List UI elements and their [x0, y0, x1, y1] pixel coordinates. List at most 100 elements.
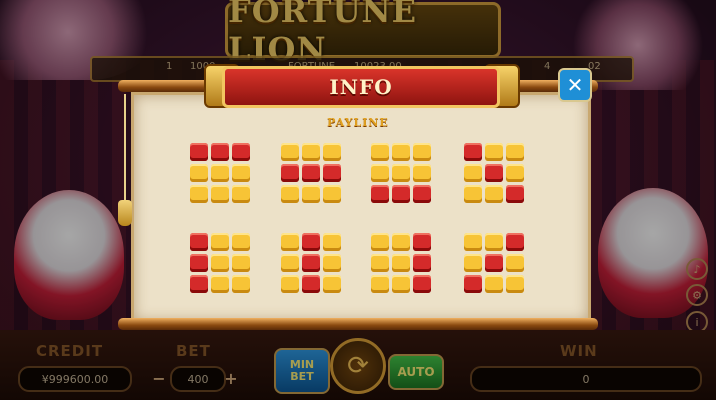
spin-button[interactable]: ⟳: [330, 338, 386, 394]
payline-cell: [211, 275, 229, 293]
payline-cell-active: [232, 143, 250, 161]
payline-cell: [323, 185, 341, 203]
payline-cell: [371, 275, 389, 293]
close-icon: ✕: [566, 73, 584, 97]
bet-label: BET: [176, 342, 211, 360]
payline-cell-active: [485, 164, 503, 182]
payline-cell: [485, 275, 503, 293]
payline-cell: [464, 233, 482, 251]
payline-cell: [392, 143, 410, 161]
info-title: INFO: [329, 75, 393, 99]
payline-cell: [323, 143, 341, 161]
payline-cell: [413, 143, 431, 161]
payline-cell-active: [190, 233, 208, 251]
info-title-banner: INFO: [222, 66, 500, 108]
payline-cell: [506, 275, 524, 293]
payline-cell: [281, 185, 299, 203]
payline-pattern: [464, 143, 524, 203]
payline-cell: [392, 233, 410, 251]
bet-value: 400: [170, 366, 226, 392]
payline-cell-active: [485, 254, 503, 272]
payline-cell: [211, 254, 229, 272]
speaker-icon[interactable]: ♪: [686, 258, 708, 280]
payline-cell: [506, 254, 524, 272]
payline-cell: [323, 254, 341, 272]
payline-cell: [485, 233, 503, 251]
payline-cell: [371, 254, 389, 272]
payline-cell: [211, 233, 229, 251]
payline-cell: [464, 254, 482, 272]
win-label: WIN: [560, 342, 598, 360]
payline-cell: [211, 185, 229, 203]
game-logo: FORTUNE LION: [225, 0, 501, 68]
gear-icon[interactable]: ⚙: [686, 284, 708, 306]
payline-pattern: [281, 143, 341, 203]
payline-cell: [281, 275, 299, 293]
payline-cell-active: [302, 164, 320, 182]
payline-cell: [302, 143, 320, 161]
payline-cell-active: [190, 254, 208, 272]
tassel-cord: [124, 94, 126, 214]
payline-cell-active: [506, 233, 524, 251]
payline-pattern: [281, 233, 341, 293]
credit-label: CREDIT: [36, 342, 104, 360]
payline-cell-active: [302, 275, 320, 293]
payline-cell: [392, 254, 410, 272]
payline-cell: [413, 164, 431, 182]
bet-decrease-button[interactable]: −: [150, 369, 168, 388]
payline-cell: [232, 275, 250, 293]
payline-cell: [371, 233, 389, 251]
payline-cell: [323, 275, 341, 293]
payline-cell: [232, 233, 250, 251]
payline-cell: [232, 254, 250, 272]
payline-pattern: [464, 233, 524, 293]
min-bet-button[interactable]: MIN BET: [274, 348, 330, 394]
payline-cell: [371, 164, 389, 182]
lion-dancer-left: [14, 190, 124, 320]
payline-cell-active: [323, 164, 341, 182]
payline-cell-active: [302, 233, 320, 251]
win-value: 0: [470, 366, 702, 392]
payline-cell-active: [281, 164, 299, 182]
payline-cell: [506, 143, 524, 161]
payline-cell-active: [371, 185, 389, 203]
payline-cell: [485, 185, 503, 203]
payline-pattern: [190, 233, 250, 293]
payline-cell-active: [413, 254, 431, 272]
payline-cell: [232, 164, 250, 182]
payline-cell: [302, 185, 320, 203]
payline-cell-active: [413, 185, 431, 203]
payline-cell: [190, 185, 208, 203]
tassel-ornament: [118, 200, 132, 226]
bet-increase-button[interactable]: +: [222, 369, 240, 388]
payline-cell: [281, 254, 299, 272]
payline-cell-active: [211, 143, 229, 161]
close-button[interactable]: ✕: [558, 68, 592, 102]
payline-cell: [485, 143, 503, 161]
payline-cell: [323, 233, 341, 251]
payline-cell: [506, 164, 524, 182]
payline-cell-active: [506, 185, 524, 203]
scroll-bottom-rod: [118, 318, 598, 330]
payline-cell-active: [464, 143, 482, 161]
payline-cell: [464, 164, 482, 182]
payline-cell-active: [413, 233, 431, 251]
credit-value: ¥999600.00: [18, 366, 132, 392]
payline-cell: [281, 143, 299, 161]
payline-cell: [392, 275, 410, 293]
auto-button[interactable]: AUTO: [388, 354, 444, 390]
payline-cell: [281, 233, 299, 251]
payline-cell: [211, 164, 229, 182]
payline-cell-active: [190, 143, 208, 161]
payline-pattern: [190, 143, 250, 203]
payline-cell-active: [392, 185, 410, 203]
payline-cell: [392, 164, 410, 182]
payline-cell-active: [464, 275, 482, 293]
payline-cell: [232, 185, 250, 203]
payline-cell: [190, 164, 208, 182]
payline-cell-active: [413, 275, 431, 293]
payline-pattern: [371, 143, 431, 203]
payline-cell-active: [302, 254, 320, 272]
payline-pattern: [371, 233, 431, 293]
payline-heading: PAYLINE: [327, 116, 389, 129]
